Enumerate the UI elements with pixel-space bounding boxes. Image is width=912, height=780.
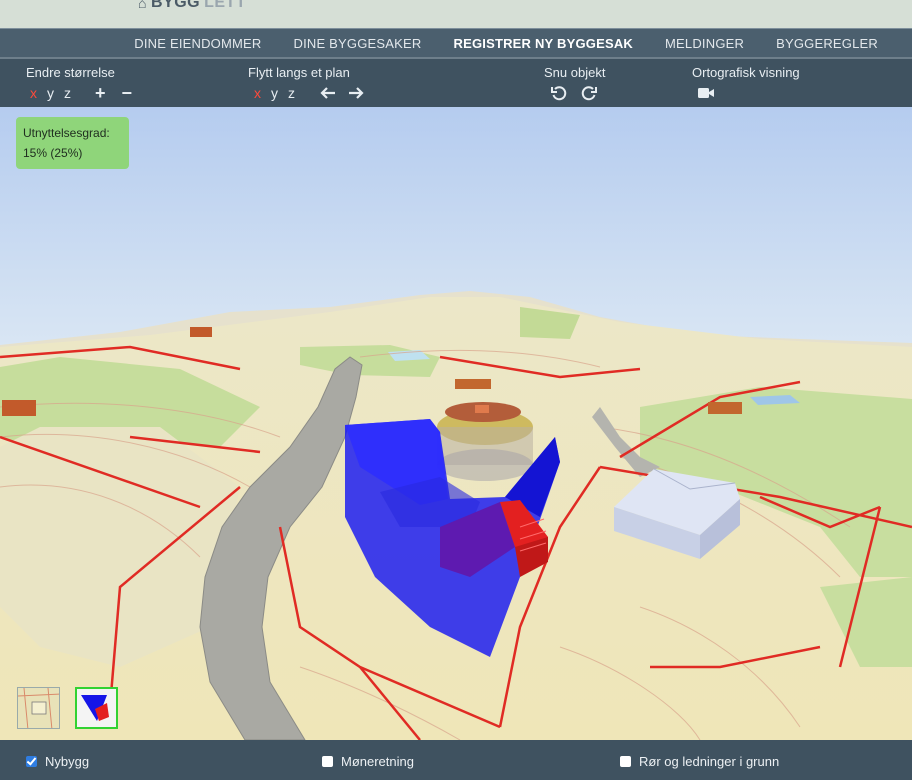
resize-axis-y[interactable]: y: [47, 85, 54, 101]
brand-main: BYGG: [150, 0, 201, 11]
resize-group: Endre størrelse x y z + −: [26, 65, 133, 102]
shrink-button[interactable]: −: [122, 84, 133, 102]
utilization-badge: Utnyttelsesgrad: 15% (25%): [16, 117, 129, 169]
map-building: [190, 327, 212, 337]
arrow-right-icon[interactable]: [347, 85, 365, 101]
logo[interactable]: ⌂ BYGG LETT: [138, 0, 246, 12]
move-axis-x[interactable]: x: [254, 85, 261, 101]
home-icon: ⌂: [138, 0, 147, 11]
map-3d-viewport[interactable]: Utnyttelsesgrad: 15% (25%): [0, 107, 912, 740]
nav-dine-eiendommer[interactable]: DINE EIENDOMMER: [118, 36, 277, 51]
arrow-left-icon[interactable]: [319, 85, 337, 101]
move-title: Flytt langs et plan: [248, 65, 350, 80]
rotate-right-icon[interactable]: [580, 85, 598, 101]
nybygg-label: Nybygg: [45, 754, 90, 769]
terrain-scene[interactable]: [0, 107, 912, 740]
map-building: [708, 402, 742, 414]
map-building: [455, 379, 491, 389]
map-building: [2, 400, 36, 416]
resize-axis-x[interactable]: x: [30, 85, 37, 101]
brand-rest: LETT: [204, 0, 247, 11]
ortho-title: Ortografisk visning: [692, 65, 800, 80]
edit-toolbar: Endre størrelse x y z + − Flytt langs et…: [0, 57, 912, 107]
nav-byggeregler[interactable]: BYGGEREGLER: [760, 36, 894, 51]
rotate-title: Snu objekt: [544, 65, 606, 80]
moneretning-toggle[interactable]: Møneretning: [322, 754, 414, 769]
moneretning-checkbox[interactable]: [322, 756, 333, 767]
rotate-group: Snu objekt: [544, 65, 605, 101]
nav-registrer-ny-byggesak[interactable]: REGISTRER NY BYGGESAK: [438, 36, 650, 51]
enlarge-button[interactable]: +: [95, 84, 106, 102]
resize-title: Endre størrelse: [26, 65, 115, 80]
brand-bar: ⌂ BYGG LETT: [0, 0, 912, 28]
resize-axis-z[interactable]: z: [64, 85, 71, 101]
ror-label: Rør og ledninger i grunn: [639, 754, 780, 769]
move-group: Flytt langs et plan x y z: [248, 65, 365, 101]
utilization-value: 15% (25%): [23, 146, 83, 160]
nybygg-toggle[interactable]: Nybygg: [26, 754, 89, 769]
3d-model-thumbnail[interactable]: [75, 687, 118, 729]
ror-checkbox[interactable]: [620, 756, 631, 767]
main-nav: DINE EIENDOMMER DINE BYGGESAKER REGISTRE…: [0, 28, 912, 57]
utilization-label: Utnyttelsesgrad:: [23, 126, 110, 140]
view-thumbnails: [17, 687, 118, 729]
ror-toggle[interactable]: Rør og ledninger i grunn: [620, 754, 779, 769]
nav-meldinger[interactable]: MELDINGER: [649, 36, 760, 51]
moneretning-label: Møneretning: [341, 754, 414, 769]
nav-dine-byggesaker[interactable]: DINE BYGGESAKER: [278, 36, 438, 51]
nybygg-checkbox[interactable]: [26, 756, 37, 767]
move-axis-y[interactable]: y: [271, 85, 278, 101]
rotate-left-icon[interactable]: [550, 85, 568, 101]
cylinder-object[interactable]: [437, 402, 533, 481]
options-bar: Nybygg Møneretning Rør og ledninger i gr…: [0, 740, 912, 780]
move-axis-z[interactable]: z: [288, 85, 295, 101]
map-thumbnail[interactable]: [17, 687, 60, 729]
ortho-group: Ortografisk visning: [692, 65, 800, 101]
camera-icon[interactable]: [697, 85, 715, 101]
